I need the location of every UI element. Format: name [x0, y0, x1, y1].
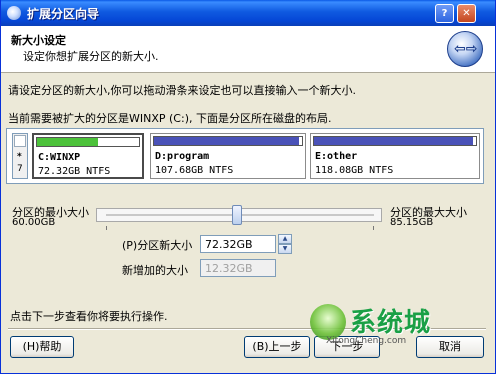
back-forward-arrows-icon: ⇦⇨ — [447, 31, 483, 67]
disk-prefix: * 7 — [12, 133, 28, 179]
close-button[interactable]: ✕ — [457, 4, 476, 23]
intro-text: 请设定分区的新大小,你可以拖动滑条来设定也可以直接输入一个新大小. — [8, 84, 356, 97]
window-title: 扩展分区向导 — [27, 7, 100, 21]
stepper-up-icon[interactable]: ▲ — [278, 234, 292, 244]
stepper-down-icon[interactable]: ▼ — [278, 244, 292, 254]
watermark-logo-icon — [310, 304, 346, 340]
partition-e[interactable]: E:other 118.08GB NTFS — [310, 133, 480, 179]
partition-c[interactable]: C:WINXP 72.32GB NTFS — [32, 133, 144, 179]
partition-usage-fill — [314, 137, 473, 145]
disk-number: 7 — [17, 164, 23, 174]
new-size-stepper[interactable]: ▲ ▼ — [278, 234, 292, 254]
slider-tick — [106, 226, 107, 230]
disk-star: * — [17, 152, 22, 162]
partition-name: E:other — [315, 151, 358, 162]
partition-name: C:WINXP — [38, 152, 81, 163]
help-button[interactable]: (H)帮助 — [10, 336, 74, 358]
partition-size: 107.68GB NTFS — [155, 165, 234, 176]
app-icon — [7, 6, 21, 20]
partition-usage-bar — [313, 136, 477, 146]
title-bar[interactable]: 扩展分区向导 ? ✕ — [1, 0, 495, 26]
partition-usage-fill — [154, 137, 300, 145]
page-subtitle: 设定你想扩展分区的新大小. — [23, 50, 159, 63]
slider-thumb[interactable] — [232, 205, 243, 225]
partition-usage-fill — [37, 138, 99, 146]
added-size-field: 12.32GB — [200, 259, 276, 277]
back-button[interactable]: (B)上一步 — [244, 336, 310, 358]
added-size-label: 新增加的大小 — [122, 264, 188, 277]
new-size-label: (P)分区新大小 — [122, 239, 193, 252]
partition-name: D:program — [155, 151, 210, 162]
footer-hint: 点击下一步查看你将要执行操作. — [10, 310, 168, 323]
max-size-value: 85.15GB — [390, 217, 434, 228]
disk-info-text: 当前需要被扩大的分区是WINXP (C:), 下面是分区所在磁盘的布局. — [8, 112, 332, 125]
slider-tick — [373, 226, 374, 230]
partition-d[interactable]: D:program 107.68GB NTFS — [150, 133, 306, 179]
partition-size: 118.08GB NTFS — [315, 165, 394, 176]
wizard-header: 新大小设定 设定你想扩展分区的新大小. ⇦⇨ — [1, 26, 495, 73]
min-size-value: 60.00GB — [12, 217, 56, 228]
page-title: 新大小设定 — [11, 34, 66, 47]
partition-usage-bar — [153, 136, 303, 146]
watermark-brand: 系统城 — [350, 308, 432, 338]
partition-size: 72.32GB NTFS — [38, 166, 111, 177]
watermark: 系统城 XitongCheng.com — [310, 300, 460, 352]
watermark-url: XitongCheng.com — [326, 336, 407, 346]
new-size-input[interactable]: 72.32GB — [200, 235, 276, 253]
help-title-button[interactable]: ? — [435, 4, 454, 23]
partition-usage-bar — [36, 137, 140, 147]
